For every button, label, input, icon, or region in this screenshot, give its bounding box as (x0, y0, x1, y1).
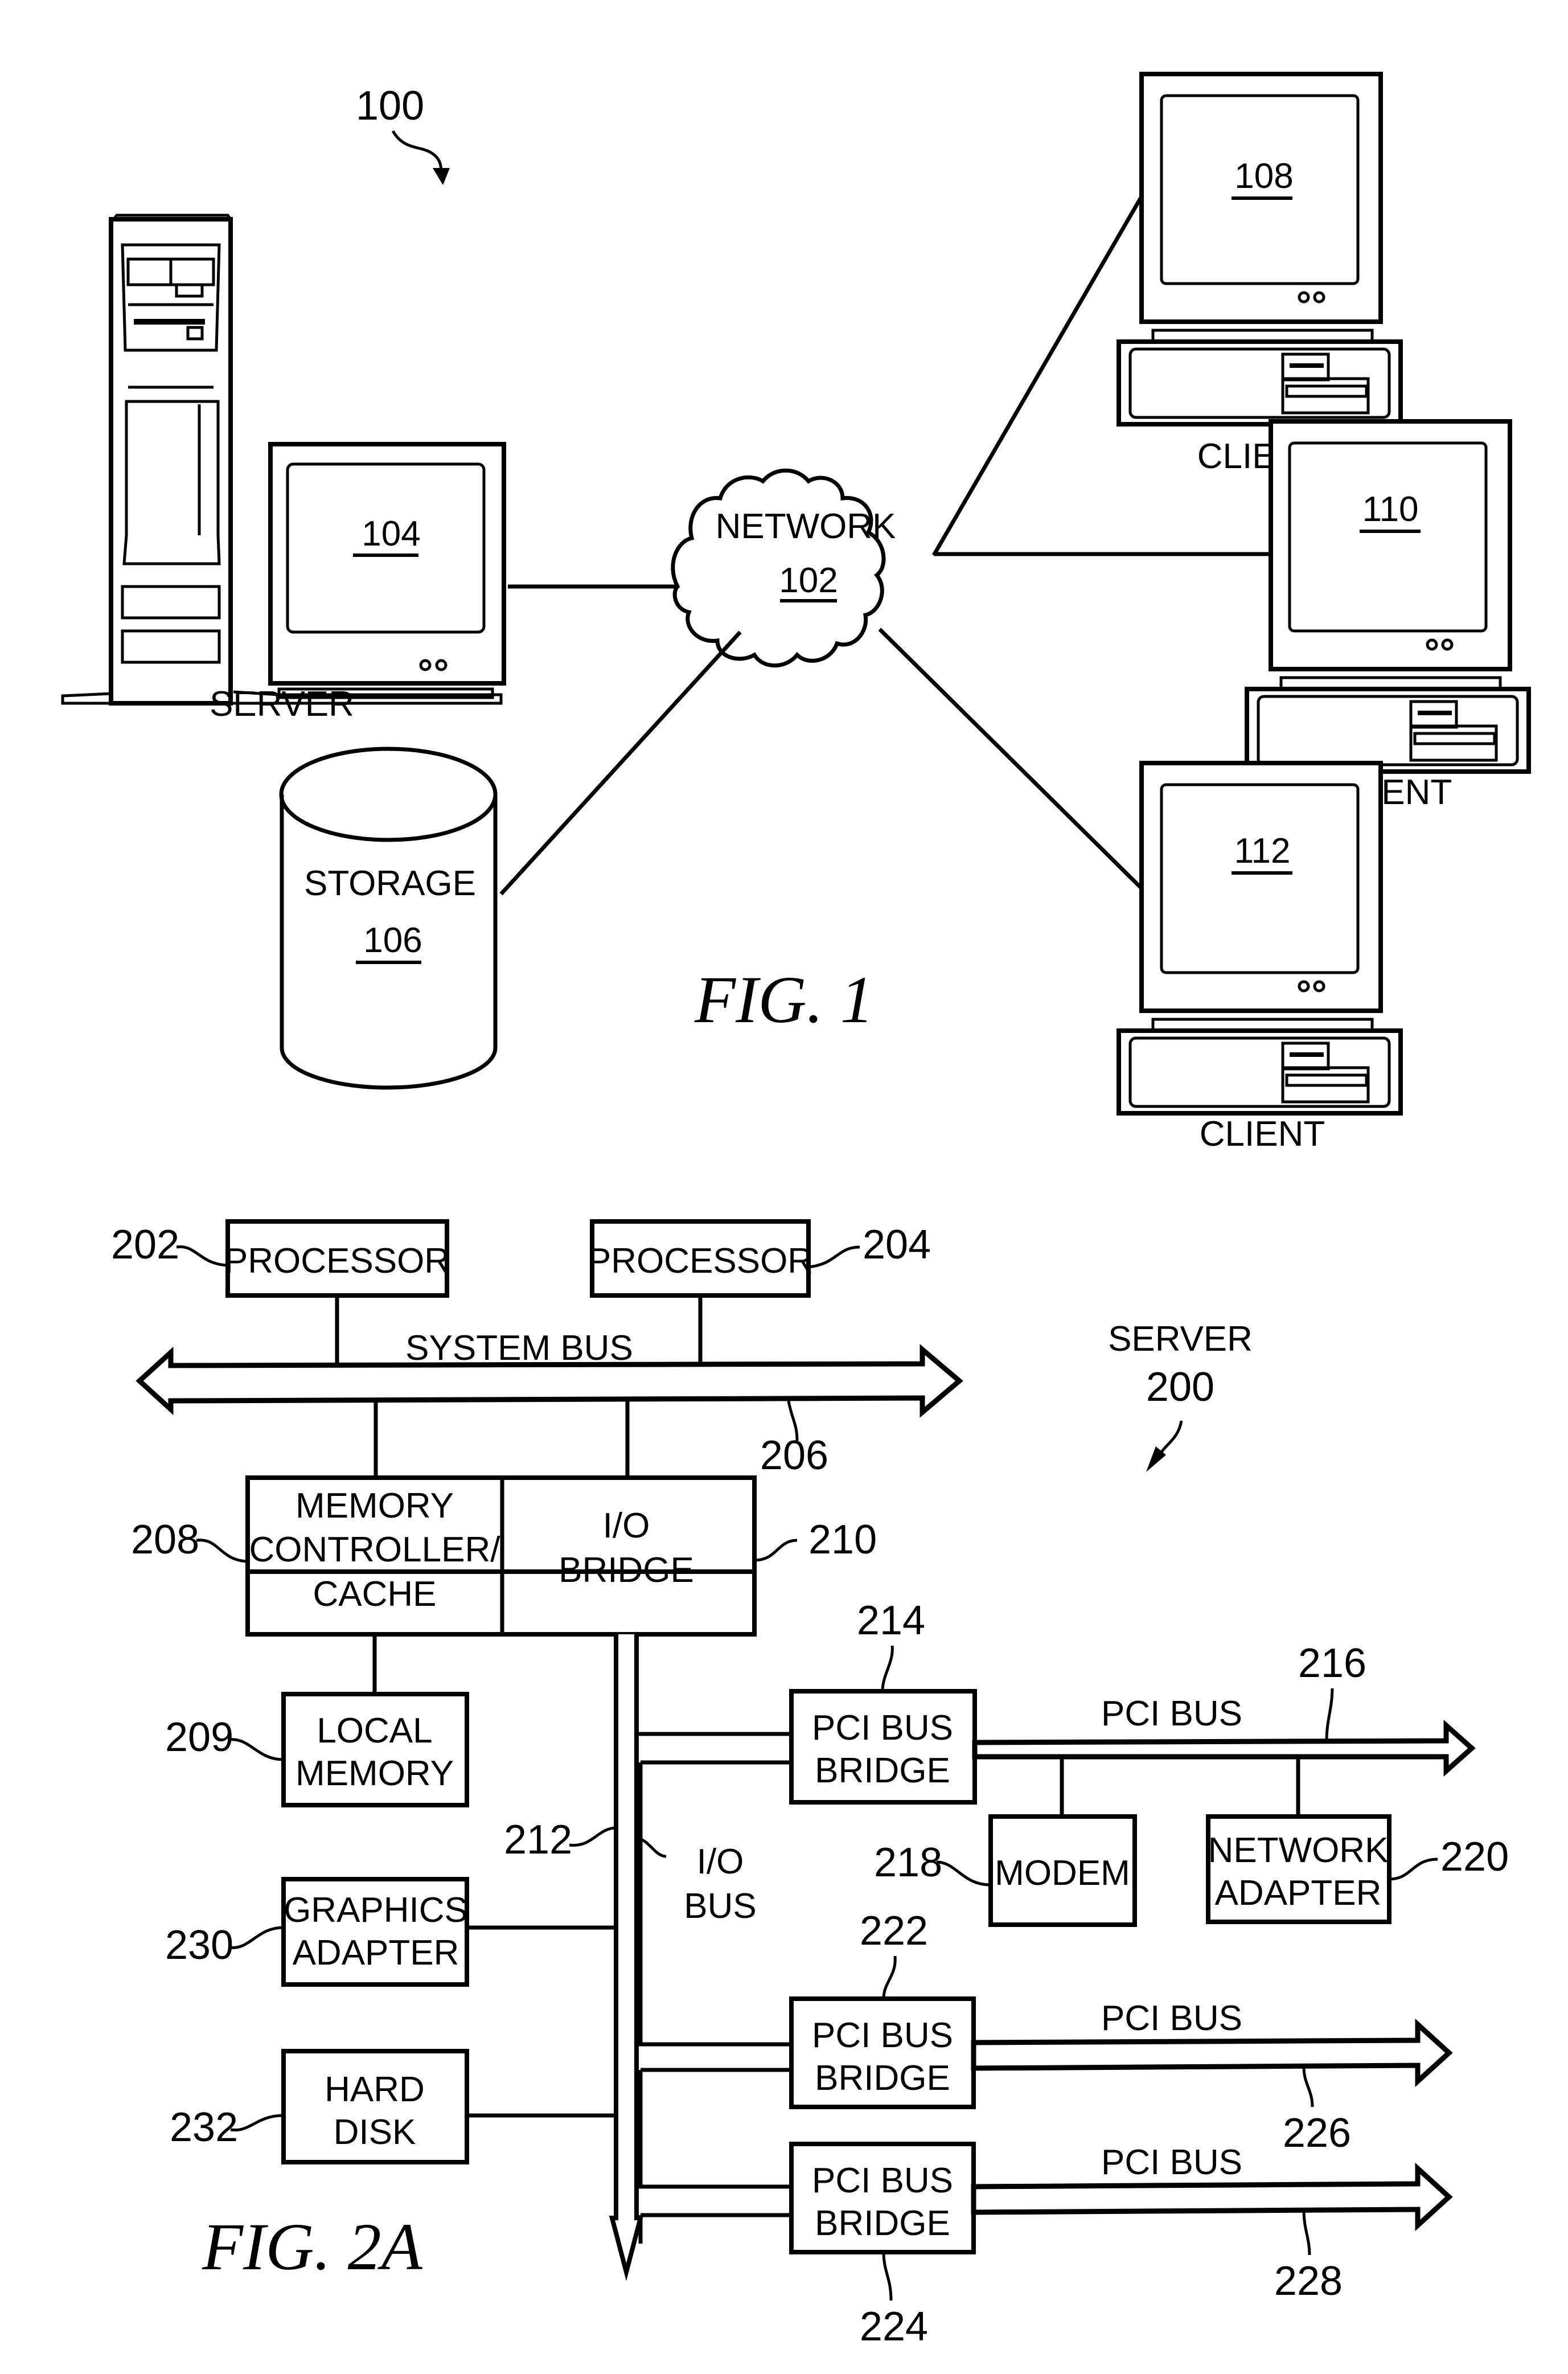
leader-212 (569, 1826, 617, 1847)
network-adapter-line2: ADAPTER (1215, 1873, 1382, 1913)
client-112-ref: 112 (1234, 831, 1291, 871)
patent-drawing: 100 104 SERVER NETWORK 102 STORAGE 106 F… (61, 72, 1531, 2350)
graphics-line2: ADAPTER (293, 1933, 459, 1973)
graphics-line1: GRAPHICS (284, 1891, 468, 1930)
hard-disk-line1: HARD (325, 2070, 425, 2109)
ref-100-leader (391, 130, 443, 174)
ref-226: 226 (1283, 2110, 1351, 2156)
client-110: 110 CLIENT (1245, 419, 1531, 812)
storage-cylinder-icon (279, 747, 498, 1090)
ref-100-arrowhead (433, 168, 450, 185)
network-adapter-line1: NETWORK (1208, 1831, 1389, 1870)
leader-226 (1302, 2067, 1314, 2108)
io-to-bridge2-3 (637, 2042, 791, 2244)
ref-228: 228 (1274, 2258, 1343, 2304)
fig2a-caption: FIG. 2A (202, 2209, 423, 2284)
ref-200-leader (1160, 1420, 1183, 1453)
pci-bridge-214-line1: PCI BUS (812, 1708, 953, 1748)
ref-212: 212 (504, 1817, 572, 1863)
io-bus-line1: I/O (697, 1842, 744, 1881)
pci-bus-216-label: PCI BUS (1101, 1694, 1242, 1733)
leader-202 (176, 1245, 228, 1267)
link-network-storage (499, 630, 742, 896)
leader-230 (228, 1926, 284, 1949)
iobridge-line2: BRIDGE (559, 1551, 694, 1590)
ref-222: 222 (860, 1908, 928, 1954)
pci-bridge-222-line2: BRIDGE (815, 2059, 950, 2098)
ref-209: 209 (165, 1715, 233, 1760)
processor-202-label: PROCESSOR (224, 1241, 450, 1281)
processor-204-label: PROCESSOR (588, 1241, 813, 1281)
server-200-ref: 200 (1146, 1364, 1214, 1410)
leader-222 (882, 1955, 897, 1999)
leader-220 (1389, 1858, 1438, 1881)
client-computer-icon (1117, 761, 1403, 1116)
client-108-ref: 108 (1234, 157, 1293, 196)
link-network-client108 (931, 195, 1144, 556)
leader-228 (1302, 2210, 1311, 2256)
local-memory-line2: MEMORY (295, 1754, 454, 1793)
modem-label: MODEM (995, 1854, 1130, 1893)
fig1-caption: FIG. 1 (694, 962, 874, 1037)
ref-232: 232 (170, 2105, 238, 2150)
ref-230: 230 (165, 1922, 233, 1968)
io-bus-line2: BUS (684, 1887, 756, 1926)
ref-220: 220 (1440, 1834, 1509, 1880)
fig1: 100 104 SERVER NETWORK 102 STORAGE 106 F… (61, 72, 1531, 1154)
network-ref: 102 (779, 561, 838, 600)
ref-208: 208 (131, 1517, 199, 1563)
network-label: NETWORK (716, 507, 896, 546)
client-112-label: CLIENT (1200, 1114, 1325, 1154)
client-computer-icon (1117, 72, 1403, 427)
local-memory-line1: LOCAL (317, 1711, 432, 1750)
storage-ref: 106 (363, 921, 422, 960)
pci-bridge-224-line2: BRIDGE (815, 2204, 950, 2243)
link-network-client112 (878, 628, 1143, 890)
server-monitor-icon (268, 442, 506, 699)
ref-216: 216 (1298, 1641, 1366, 1686)
client-110-ref: 110 (1362, 490, 1419, 529)
fig2a: SERVER 200 PROCESSOR 202 PROCESSOR 204 S… (111, 1219, 1509, 2350)
server-200-label: SERVER (1108, 1319, 1253, 1359)
network-cloud-icon (671, 468, 886, 668)
leader-214 (881, 1645, 894, 1692)
storage-label: STORAGE (304, 864, 476, 903)
leader-216 (1325, 1688, 1334, 1741)
client-112: 112 CLIENT (1117, 761, 1403, 1154)
iobridge-line1: I/O (603, 1506, 650, 1545)
leader-232 (230, 2114, 284, 2132)
leader-224 (882, 2252, 893, 2301)
pci-bus-228-label: PCI BUS (1101, 2143, 1242, 2182)
client-108: 108 CLIENT (1117, 72, 1403, 476)
leader-208 (196, 1539, 248, 1563)
pci-bridge-214-line2: BRIDGE (815, 1751, 950, 1790)
pci-bridge-222-line1: PCI BUS (812, 2016, 953, 2055)
hard-disk-line2: DISK (334, 2113, 416, 2152)
ref-224: 224 (860, 2304, 928, 2350)
ref-218: 218 (874, 1840, 942, 1885)
memctrl-line1: MEMORY (295, 1486, 454, 1526)
memctrl-line2: CONTROLLER/ (249, 1530, 501, 1569)
ref-210: 210 (808, 1517, 877, 1563)
server-ref-104: 104 (362, 514, 420, 553)
client-computer-icon (1245, 419, 1531, 774)
ref-214: 214 (857, 1598, 925, 1643)
leader-210 (754, 1539, 798, 1562)
ref-100: 100 (356, 83, 424, 129)
memctrl-line3: CACHE (313, 1575, 436, 1614)
io-to-bridge1 (634, 1634, 791, 2044)
leader-209 (227, 1738, 284, 1761)
server-label: SERVER (210, 684, 354, 724)
leader-218 (936, 1860, 991, 1887)
pci-bridge-224-line1: PCI BUS (812, 2161, 953, 2200)
system-bus-label: SYSTEM BUS (405, 1329, 633, 1368)
pci-bus-226-label: PCI BUS (1101, 1999, 1242, 2038)
ref-202: 202 (111, 1222, 179, 1268)
ref-206: 206 (760, 1433, 828, 1478)
leader-204 (808, 1245, 860, 1269)
ref-204: 204 (863, 1222, 931, 1268)
